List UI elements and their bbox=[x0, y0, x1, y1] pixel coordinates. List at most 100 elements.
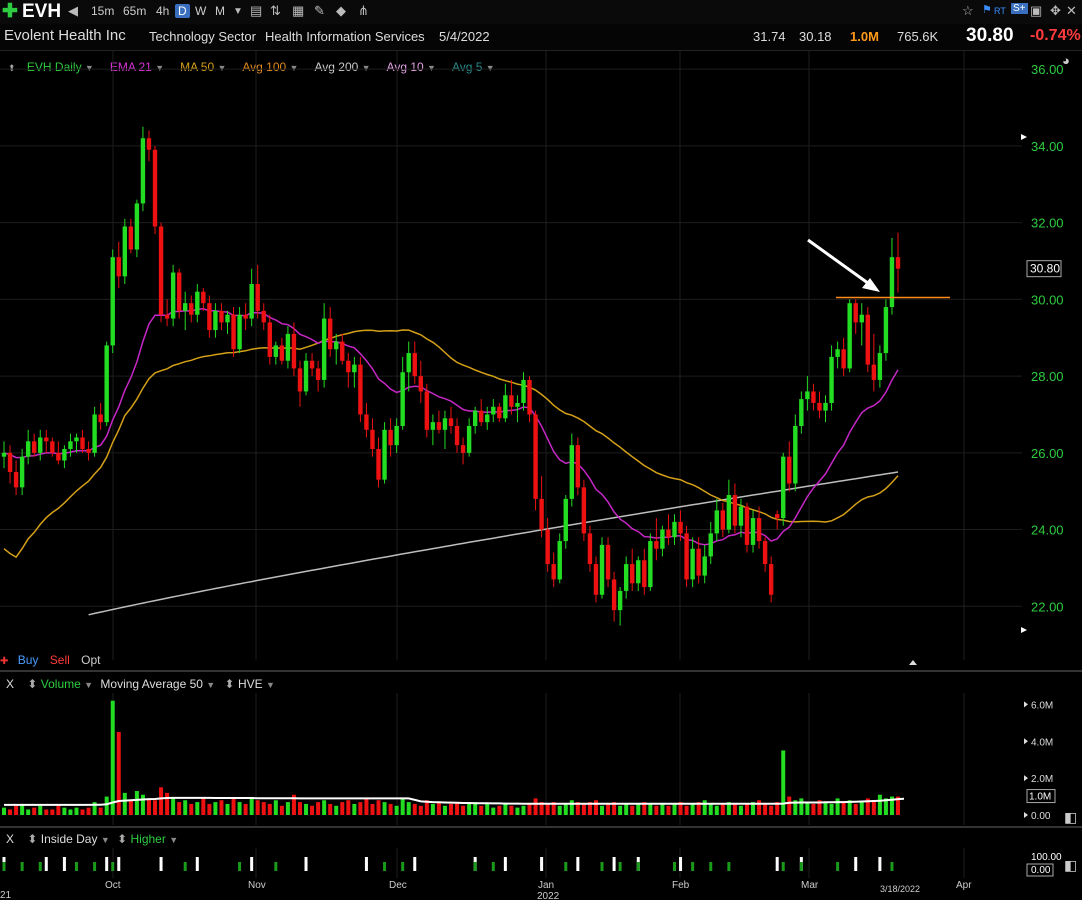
date-label: 5/4/2022 bbox=[439, 29, 490, 44]
volume-bar bbox=[32, 807, 37, 815]
volume-bar bbox=[334, 805, 339, 815]
chevron-down-icon[interactable]: ▼ bbox=[206, 680, 215, 690]
volume-bar bbox=[714, 805, 719, 815]
volume-chart[interactable]: 6.0M 4.0M 2.0M 0.00 1.0M ◧ bbox=[0, 693, 1082, 825]
volume-bar bbox=[829, 803, 834, 815]
inside-day-mark bbox=[540, 857, 544, 871]
candle-body bbox=[418, 376, 423, 392]
price-chart[interactable]: 36.00 34.00 32.00 30.00 28.00 26.00 24.00 22.00… bbox=[0, 50, 1082, 670]
volume-close-button[interactable]: X bbox=[6, 677, 14, 691]
rt-flag-icon[interactable]: ⚑ bbox=[982, 3, 992, 16]
last-price-label: 30.80 bbox=[1030, 262, 1060, 276]
inside-tick-label: 100.00 bbox=[1031, 852, 1062, 863]
candle-body bbox=[865, 314, 870, 365]
higher-mark bbox=[691, 862, 695, 871]
chart-style-icon[interactable]: ▤ bbox=[250, 3, 262, 19]
inside-close-button[interactable]: X bbox=[6, 832, 14, 846]
volume-ma-label[interactable]: Moving Average 50 bbox=[100, 677, 203, 691]
volume-bar bbox=[811, 803, 816, 815]
symbol-label[interactable]: EVH bbox=[22, 1, 61, 23]
higher-mark bbox=[836, 862, 840, 871]
volume-bar bbox=[98, 807, 103, 815]
chevron-down-icon[interactable]: ▼ bbox=[169, 835, 178, 845]
timeframe-15m[interactable]: 15m bbox=[91, 4, 114, 18]
hve-label[interactable]: HVE bbox=[238, 677, 263, 691]
higher-title[interactable]: Higher bbox=[130, 832, 165, 846]
chevron-down-icon[interactable]: ▼ bbox=[101, 835, 110, 845]
volume-bar bbox=[225, 803, 230, 815]
star-icon[interactable]: ☆ bbox=[962, 3, 974, 19]
higher-mark bbox=[401, 862, 405, 871]
indicators-icon[interactable]: ▦ bbox=[292, 3, 304, 19]
panel-divider[interactable] bbox=[0, 826, 1082, 828]
share-icon[interactable]: ⋔ bbox=[358, 3, 369, 19]
volume-bar bbox=[231, 798, 236, 815]
compare-icon[interactable]: ⇅ bbox=[270, 3, 281, 19]
candle-body bbox=[321, 318, 327, 380]
candle-body bbox=[877, 353, 883, 380]
reorder-icon[interactable]: ⬍ bbox=[225, 677, 235, 691]
close-icon[interactable]: ✕ bbox=[1066, 3, 1077, 19]
sharing-icon[interactable]: S+ bbox=[1011, 3, 1028, 14]
timeframe-65m[interactable]: 65m bbox=[123, 4, 146, 18]
volume-title[interactable]: Volume bbox=[41, 677, 81, 691]
inside-day-mark bbox=[304, 857, 308, 871]
sell-button[interactable]: Sell bbox=[50, 653, 70, 667]
volume-bar bbox=[44, 809, 49, 815]
candle-body bbox=[424, 391, 430, 430]
panel-divider[interactable] bbox=[0, 670, 1082, 672]
candle-body bbox=[176, 272, 182, 311]
candle-body bbox=[503, 395, 508, 419]
higher-mark bbox=[727, 862, 731, 871]
candle-body bbox=[479, 410, 484, 423]
candle-body bbox=[883, 307, 889, 354]
candle-body bbox=[787, 456, 792, 484]
candle-body bbox=[358, 364, 363, 415]
timeframe-d[interactable]: D bbox=[175, 4, 190, 18]
timeframe-dropdown-icon[interactable]: ▼ bbox=[233, 6, 243, 17]
reorder-icon[interactable]: ⬍ bbox=[27, 677, 37, 691]
volume-bar bbox=[406, 802, 411, 815]
buy-button[interactable]: Buy bbox=[18, 653, 39, 667]
volume-bar bbox=[624, 803, 629, 815]
speaker-icon[interactable]: ◀ bbox=[68, 3, 78, 19]
timeframe-m[interactable]: M bbox=[215, 4, 225, 18]
higher-mark bbox=[673, 862, 676, 871]
candle-body bbox=[140, 138, 146, 204]
tag-icon[interactable]: ◆ bbox=[336, 3, 346, 19]
volume-bar bbox=[781, 750, 786, 815]
add-symbol-icon[interactable]: ✚ bbox=[2, 0, 18, 23]
candle-body bbox=[762, 541, 768, 565]
draw-pencil-icon[interactable]: ✎ bbox=[314, 3, 325, 19]
reorder-icon[interactable]: ⬍ bbox=[27, 832, 37, 846]
candle-body bbox=[823, 402, 828, 411]
higher-mark bbox=[799, 862, 803, 871]
candle-body bbox=[563, 498, 568, 542]
trade-icon[interactable]: ✚ bbox=[0, 656, 8, 667]
candle-body bbox=[394, 425, 399, 446]
volume-tick-marker bbox=[1024, 701, 1028, 708]
price-tick-label: 32.00 bbox=[1031, 216, 1064, 231]
inside-day-title[interactable]: Inside Day bbox=[41, 832, 98, 846]
inside-day-mark bbox=[576, 857, 580, 871]
move-icon[interactable]: ✥ bbox=[1050, 3, 1061, 19]
chevron-down-icon[interactable]: ▼ bbox=[266, 680, 275, 690]
options-button[interactable]: Opt bbox=[81, 653, 100, 667]
reorder-icon[interactable]: ⬍ bbox=[117, 832, 127, 846]
volume-tick-marker bbox=[1024, 775, 1028, 782]
timeframe-4h[interactable]: 4h bbox=[156, 4, 169, 18]
chevron-down-icon[interactable]: ▼ bbox=[84, 680, 93, 690]
inside-day-chart[interactable]: 100.00 0.00 ◧ Oct Nov Dec Jan Feb Mar Apr 2022 21 3/… bbox=[0, 848, 1082, 900]
timeframe-w[interactable]: W bbox=[195, 4, 206, 18]
volume-bar bbox=[273, 800, 278, 815]
candle-body bbox=[460, 445, 466, 453]
candle-body bbox=[744, 506, 750, 545]
candle-body bbox=[442, 418, 448, 430]
save-icon[interactable]: ▣ bbox=[1030, 3, 1042, 19]
volume-bar bbox=[400, 798, 405, 815]
candle-body bbox=[255, 284, 260, 311]
candle-body bbox=[134, 203, 140, 250]
price-value: 30.80 bbox=[966, 25, 1014, 46]
candle-body bbox=[533, 414, 538, 499]
candle-body bbox=[648, 541, 653, 588]
